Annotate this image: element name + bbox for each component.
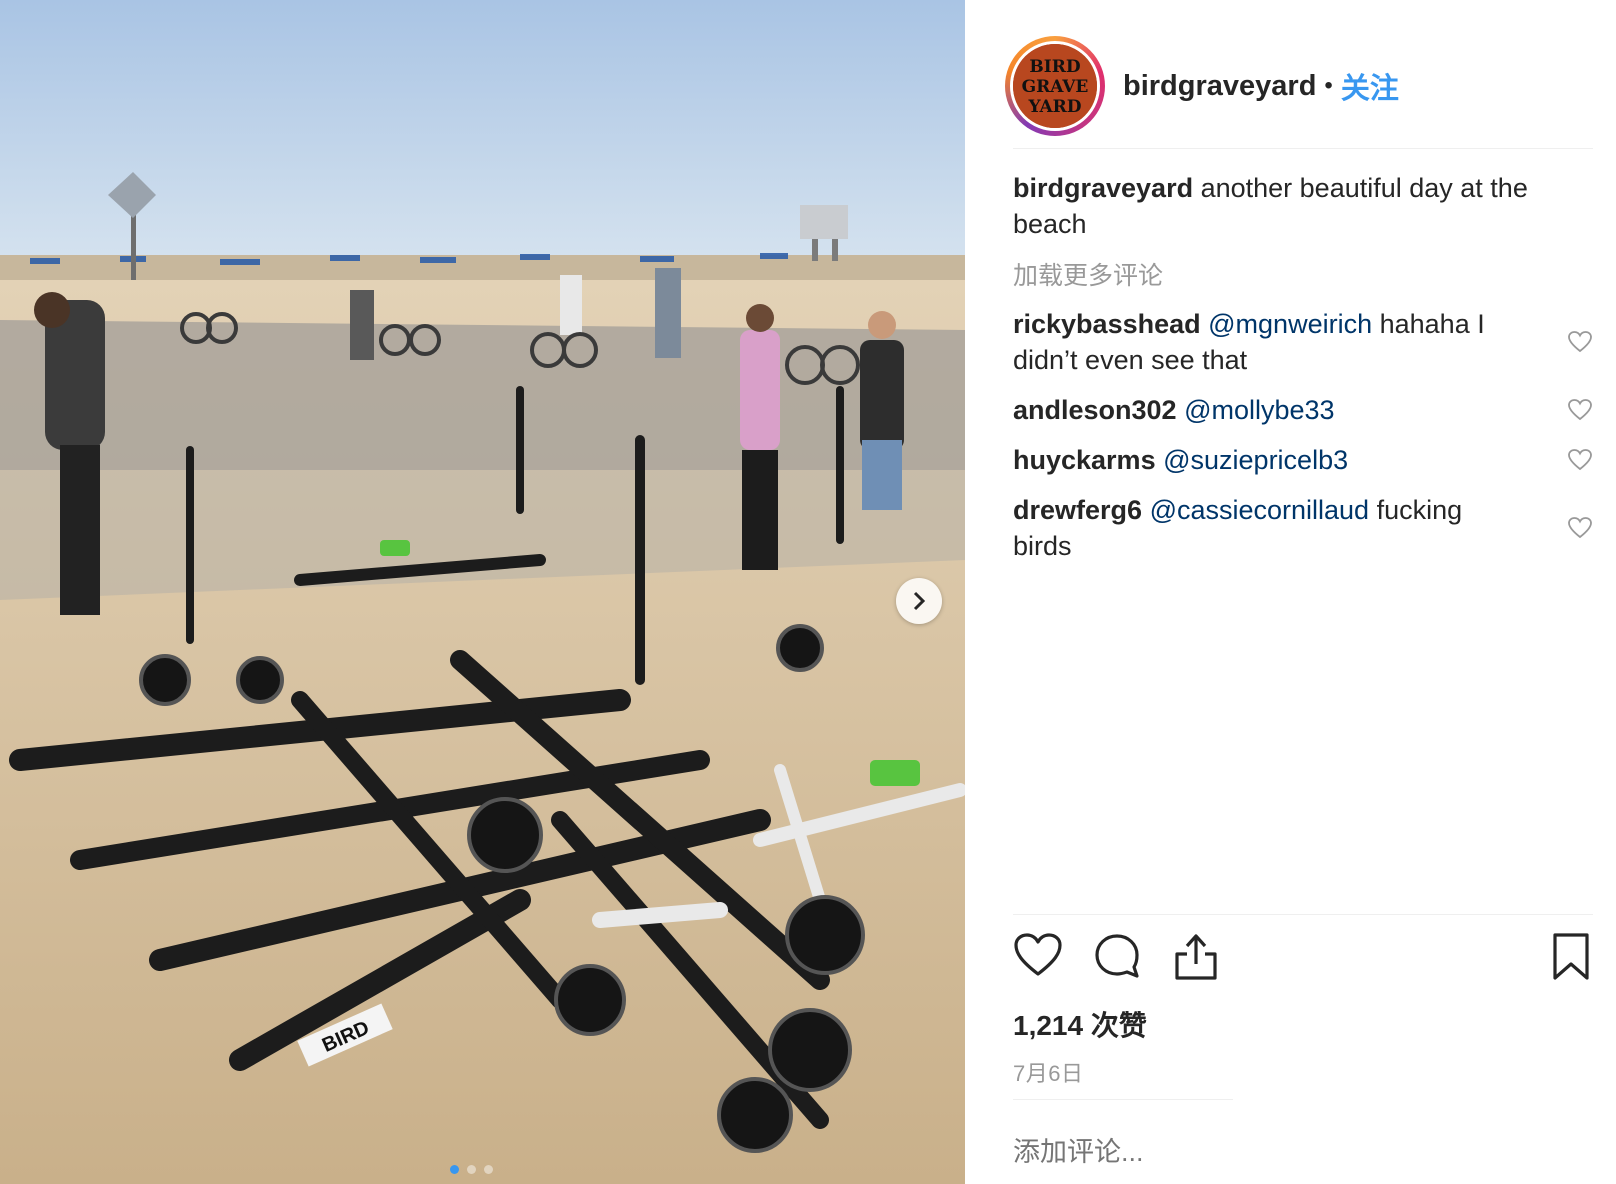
load-more-comments-link[interactable]: 加载更多评论 <box>1013 256 1593 292</box>
comment-mention[interactable]: @suziepricelb3 <box>1163 445 1348 475</box>
follow-button[interactable]: 关注 <box>1341 65 1399 107</box>
chevron-right-icon <box>913 591 926 611</box>
likes-count[interactable]: 1,214 次赞 <box>1013 1004 1147 1044</box>
comment-mention[interactable]: @mgnweirich <box>1208 309 1372 339</box>
comment-row: drewferg6 @cassiecornillaud fucking bird… <box>1013 492 1593 564</box>
carousel-indicator <box>450 1165 493 1174</box>
date-divider <box>1013 1099 1233 1100</box>
header-separator: • <box>1324 72 1333 99</box>
comment-like-heart-icon[interactable] <box>1567 448 1593 472</box>
comment-username[interactable]: huyckarms <box>1013 445 1156 475</box>
header-divider <box>1013 148 1593 149</box>
comment-text: andleson302 @mollybe33 <box>1013 392 1523 428</box>
carousel-next-button[interactable] <box>896 578 942 624</box>
carousel-dot <box>484 1165 493 1174</box>
comment-like-heart-icon[interactable] <box>1567 398 1593 422</box>
comment-username[interactable]: rickybasshead <box>1013 309 1201 339</box>
header-username[interactable]: birdgraveyard <box>1123 70 1316 103</box>
avatar[interactable]: BIRD GRAVE YARD <box>1005 36 1105 136</box>
comment-like-heart-icon[interactable] <box>1567 516 1593 540</box>
beach-scooter-photo: BIRD <box>0 0 965 1184</box>
comment-mention[interactable]: @cassiecornillaud <box>1150 495 1370 525</box>
comment-text: huyckarms @suziepricelb3 <box>1013 442 1523 478</box>
avatar-image: BIRD GRAVE YARD <box>1010 41 1100 131</box>
post-header: BIRD GRAVE YARD birdgraveyard • 关注 <box>1005 22 1585 150</box>
bookmark-icon[interactable] <box>1551 932 1591 982</box>
caption-username[interactable]: birdgraveyard <box>1013 173 1193 203</box>
comment-text: rickybasshead @mgnweirich hahaha I didn’… <box>1013 306 1523 378</box>
actions-divider <box>1013 914 1593 915</box>
comments-section: birdgraveyard another beautiful day at t… <box>1013 170 1593 564</box>
post-photo[interactable]: BIRD <box>0 0 965 1184</box>
heart-outline-icon[interactable] <box>1013 932 1063 978</box>
comment-username[interactable]: andleson302 <box>1013 395 1177 425</box>
post-side-panel: BIRD GRAVE YARD birdgraveyard • 关注 birdg… <box>965 0 1616 1184</box>
post-caption: birdgraveyard another beautiful day at t… <box>1013 170 1573 242</box>
add-comment-input[interactable] <box>1013 1137 1573 1168</box>
post-date[interactable]: 7月6日 <box>1013 1056 1083 1088</box>
comment-row: rickybasshead @mgnweirich hahaha I didn’… <box>1013 306 1593 378</box>
comment-row: huyckarms @suziepricelb3 <box>1013 442 1593 478</box>
share-upload-icon[interactable] <box>1173 932 1219 982</box>
comment-mention[interactable]: @mollybe33 <box>1184 395 1334 425</box>
action-bar <box>1013 932 1593 988</box>
comment-like-heart-icon[interactable] <box>1567 330 1593 354</box>
svg-text:BIRD: BIRD <box>1029 57 1080 77</box>
carousel-dot <box>467 1165 476 1174</box>
svg-text:GRAVE: GRAVE <box>1022 77 1089 97</box>
svg-text:YARD: YARD <box>1027 97 1081 117</box>
speech-bubble-icon[interactable] <box>1093 932 1141 980</box>
comment-username[interactable]: drewferg6 <box>1013 495 1142 525</box>
bird-graveyard-logo: BIRD GRAVE YARD <box>1013 44 1097 128</box>
comment-text: drewferg6 @cassiecornillaud fucking bird… <box>1013 492 1523 564</box>
comment-row: andleson302 @mollybe33 <box>1013 392 1593 428</box>
carousel-dot <box>450 1165 459 1174</box>
